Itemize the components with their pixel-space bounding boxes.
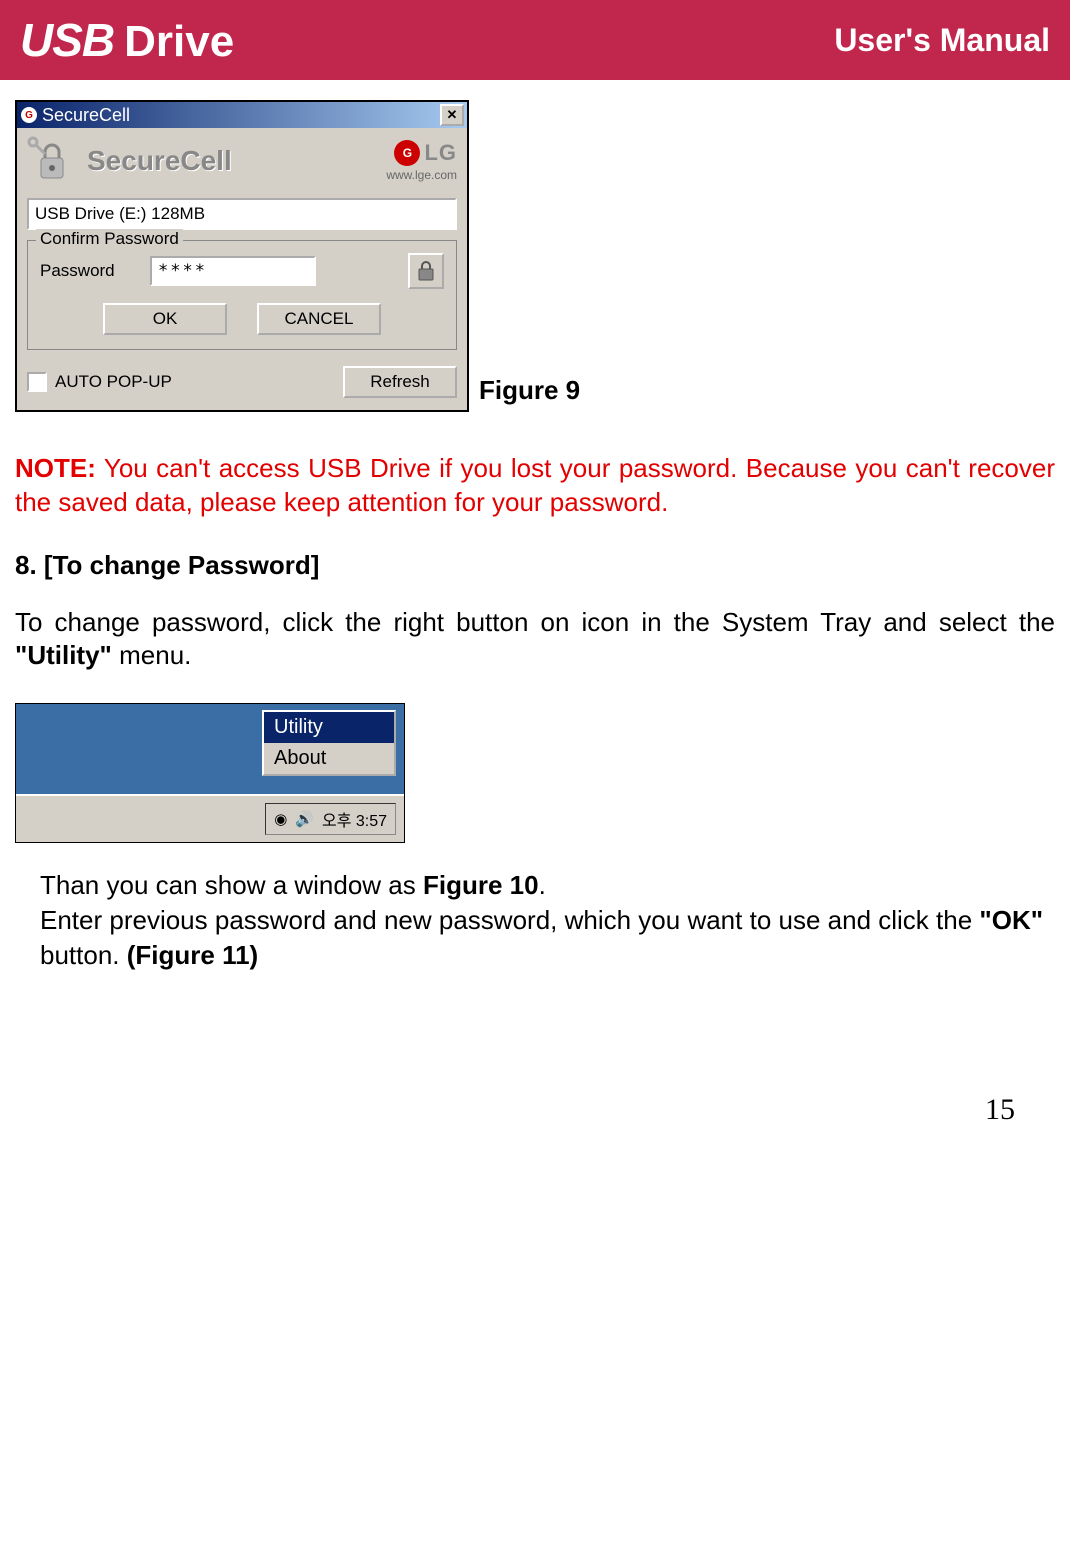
lg-logo-text: LG [424, 140, 457, 166]
lock-button[interactable] [408, 253, 444, 289]
securecell-brand-text: SecureCell [87, 145, 232, 177]
tray-volume-icon[interactable]: 🔊 [295, 810, 314, 828]
confirm-password-fieldset: Confirm Password Password **** OK [27, 240, 457, 350]
password-input[interactable]: **** [150, 256, 316, 286]
note-label: NOTE: [15, 453, 96, 483]
auto-popup-checkbox[interactable]: AUTO POP-UP [27, 372, 172, 392]
figure-9-container: G SecureCell ✕ [15, 100, 1055, 412]
usb-drive-logo: USB Drive [20, 13, 234, 67]
section-number: 8 [15, 550, 29, 580]
tray-lg-icon[interactable]: ◉ [274, 810, 287, 828]
taskbar: ◉ 🔊 오후 3:57 [16, 794, 404, 842]
section-title: . [To change Password] [29, 550, 319, 580]
key-lock-icon [27, 136, 77, 186]
fieldset-legend: Confirm Password [36, 229, 183, 249]
section-8-heading: 8. [To change Password] [15, 550, 1055, 581]
logo-drive-text: Drive [124, 17, 234, 67]
note-block: NOTE: You can't access USB Drive if you … [15, 452, 1055, 520]
logo-usb-text: USB [20, 13, 114, 67]
paragraph-figure10: Than you can show a window as Figure 10.… [40, 868, 1055, 973]
note-text: You can't access USB Drive if you lost y… [15, 453, 1055, 517]
system-tray: ◉ 🔊 오후 3:57 [265, 803, 396, 835]
page-number: 15 [15, 1093, 1055, 1127]
close-button[interactable]: ✕ [440, 104, 464, 126]
page-header: USB Drive User's Manual [0, 0, 1070, 80]
lg-brand: G LG www.lge.com [386, 140, 457, 182]
lg-url: www.lge.com [386, 168, 457, 182]
securecell-dialog: G SecureCell ✕ [15, 100, 469, 412]
dialog-title: SecureCell [42, 105, 130, 126]
context-menu: Utility About [262, 710, 396, 776]
figure-9-label: Figure 9 [479, 375, 580, 406]
lg-logo-icon: G [394, 140, 420, 166]
dialog-titlebar: G SecureCell ✕ [17, 102, 467, 128]
manual-title: User's Manual [834, 22, 1050, 59]
lock-icon [416, 260, 436, 282]
tray-clock: 오후 3:57 [322, 807, 387, 831]
checkbox-icon [27, 372, 47, 392]
securecell-brand: SecureCell [27, 136, 232, 186]
paragraph-change-password: To change password, click the right butt… [15, 606, 1055, 674]
ok-button[interactable]: OK [103, 303, 227, 335]
auto-popup-label: AUTO POP-UP [55, 372, 172, 392]
cancel-button[interactable]: CANCEL [257, 303, 381, 335]
system-tray-screenshot: Utility About ◉ 🔊 오후 3:57 [15, 703, 405, 843]
menu-item-about[interactable]: About [264, 743, 394, 774]
drive-info-field[interactable]: USB Drive (E:) 128MB [27, 198, 457, 230]
lg-titlebar-icon: G [21, 107, 37, 123]
password-label: Password [40, 261, 140, 281]
refresh-button[interactable]: Refresh [343, 366, 457, 398]
menu-item-utility[interactable]: Utility [264, 712, 394, 743]
